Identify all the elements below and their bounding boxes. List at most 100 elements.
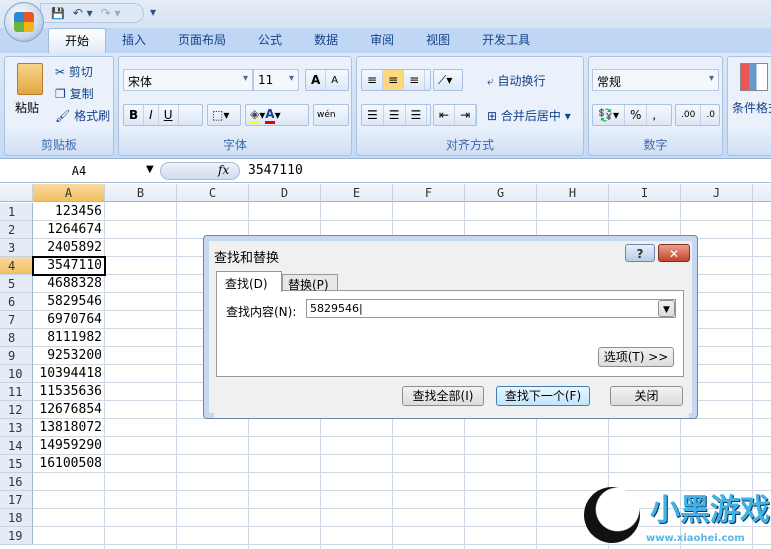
row-header[interactable]: 11 [0,383,33,401]
cell-a6[interactable]: 5829546 [33,293,105,311]
row-header[interactable]: 15 [0,455,33,473]
cell-a2[interactable]: 1264674 [33,221,105,239]
row-header[interactable]: 19 [0,527,33,545]
font-name-select[interactable]: 宋体 [123,69,253,91]
align-bottom-icon[interactable]: ≡ [404,70,426,90]
find-history-dropdown[interactable]: ▼ [658,300,675,317]
help-button[interactable]: ? [625,244,655,262]
column-header[interactable]: E [321,184,393,202]
tab-find[interactable]: 查找(D) [216,271,282,292]
align-top-icon[interactable]: ≡ [362,70,384,90]
decrease-decimal-button[interactable]: .0 [701,105,720,125]
save-icon[interactable]: 💾 [51,7,65,20]
column-header[interactable]: F [393,184,465,202]
column-header[interactable]: I [609,184,681,202]
cell-a7[interactable]: 6970764 [33,311,105,329]
format-painter-button[interactable]: 🖌 格式刷 [55,107,110,124]
increase-decimal-button[interactable]: .00 [676,105,702,125]
wrap-text-button[interactable]: ⤶ 自动换行 [487,72,546,89]
cell-a11[interactable]: 11535636 [33,383,105,401]
font-color-icon[interactable]: A [265,107,275,124]
shrink-font-button[interactable]: A [326,70,343,90]
row-header[interactable]: 2 [0,221,33,239]
find-all-button[interactable]: 查找全部(I) [402,386,484,406]
merge-center-button[interactable]: ⊞ 合并后居中 ▾ [487,107,571,124]
close-button[interactable]: 关闭 [610,386,683,406]
tab-view[interactable]: 视图 [410,28,466,53]
row-header[interactable]: 7 [0,311,33,329]
align-left-icon[interactable]: ☰ [362,105,384,125]
orientation-button[interactable]: ⟋▾ [433,69,463,91]
decrease-indent-icon[interactable]: ⇤ [434,105,456,125]
name-box-dropdown-icon[interactable]: ▼ [146,164,154,175]
align-center-icon[interactable]: ☰ [384,105,406,125]
percent-button[interactable]: % [625,105,648,125]
tab-replace[interactable]: 替换(P) [282,274,338,292]
column-header[interactable]: B [105,184,177,202]
cell-a15[interactable]: 16100508 [33,455,105,473]
number-format-select[interactable]: 常规 [592,69,719,91]
cell-a8[interactable]: 8111982 [33,329,105,347]
select-all-corner[interactable] [0,184,33,202]
cell-a3[interactable]: 2405892 [33,239,105,257]
row-header[interactable]: 8 [0,329,33,347]
row-header[interactable]: 12 [0,401,33,419]
italic-button[interactable]: I [144,105,159,125]
undo-button[interactable]: ↶ ▾ [73,6,93,20]
bold-button[interactable]: B [124,105,145,125]
office-button[interactable] [4,2,44,42]
row-header[interactable]: 16 [0,473,33,491]
cell-a5[interactable]: 4688328 [33,275,105,293]
row-header[interactable]: 14 [0,437,33,455]
redo-button[interactable]: ↷ ▾ [101,6,121,20]
row-header[interactable]: 6 [0,293,33,311]
options-button[interactable]: 选项(T) >> [598,347,674,367]
cut-button[interactable]: ✂ 剪切 [55,63,93,80]
name-box[interactable]: A4 [0,161,158,181]
close-x-button[interactable]: ✕ [658,244,690,262]
underline-button[interactable]: U [159,105,179,125]
currency-icon[interactable]: 💱▾ [593,105,625,125]
row-header[interactable]: 9 [0,347,33,365]
formula-input[interactable]: 3547110 [248,161,303,181]
cell-a14[interactable]: 14959290 [33,437,105,455]
row-header[interactable]: 10 [0,365,33,383]
column-header[interactable]: D [249,184,321,202]
tab-formulas[interactable]: 公式 [242,28,298,53]
find-what-input[interactable]: 5829546| [306,299,676,318]
align-middle-icon[interactable]: ≡ [383,70,405,90]
grow-font-button[interactable]: A [306,70,327,90]
column-header[interactable] [753,184,771,202]
font-size-select[interactable]: 11 [253,69,299,91]
borders-button[interactable]: ⬚▾ [207,104,241,126]
conditional-format-button[interactable]: 条件格式 [732,99,771,116]
fill-color-button[interactable]: ◈ ▾ A ▾ [245,104,309,126]
row-header[interactable]: 18 [0,509,33,527]
row-header[interactable]: 13 [0,419,33,437]
customize-qat-button[interactable]: ▾ [150,5,156,19]
tab-developer[interactable]: 开发工具 [466,28,546,53]
column-header[interactable]: J [681,184,753,202]
comma-button[interactable]: , [647,105,661,125]
paste-button[interactable]: 粘贴 [15,99,39,116]
cell-a10[interactable]: 10394418 [33,365,105,383]
phonetic-button[interactable]: wén [313,104,349,126]
tab-page-layout[interactable]: 页面布局 [162,28,242,53]
tab-insert[interactable]: 插入 [106,28,162,53]
copy-button[interactable]: ❐ 复制 [55,85,94,102]
row-header[interactable]: 4 [0,257,33,275]
tab-home[interactable]: 开始 [48,28,107,53]
tab-review[interactable]: 审阅 [354,28,410,53]
row-header[interactable]: 1 [0,203,33,221]
column-header[interactable]: C [177,184,249,202]
column-header[interactable]: A [33,184,105,202]
cell-a1[interactable]: 123456 [33,203,105,221]
align-right-icon[interactable]: ☰ [406,105,428,125]
column-header[interactable]: H [537,184,609,202]
increase-indent-icon[interactable]: ⇥ [455,105,477,125]
find-next-button[interactable]: 查找下一个(F) [496,386,590,406]
cell-a9[interactable]: 9253200 [33,347,105,365]
cell-a13[interactable]: 13818072 [33,419,105,437]
insert-function-button[interactable]: fx [218,163,229,177]
row-header[interactable]: 17 [0,491,33,509]
